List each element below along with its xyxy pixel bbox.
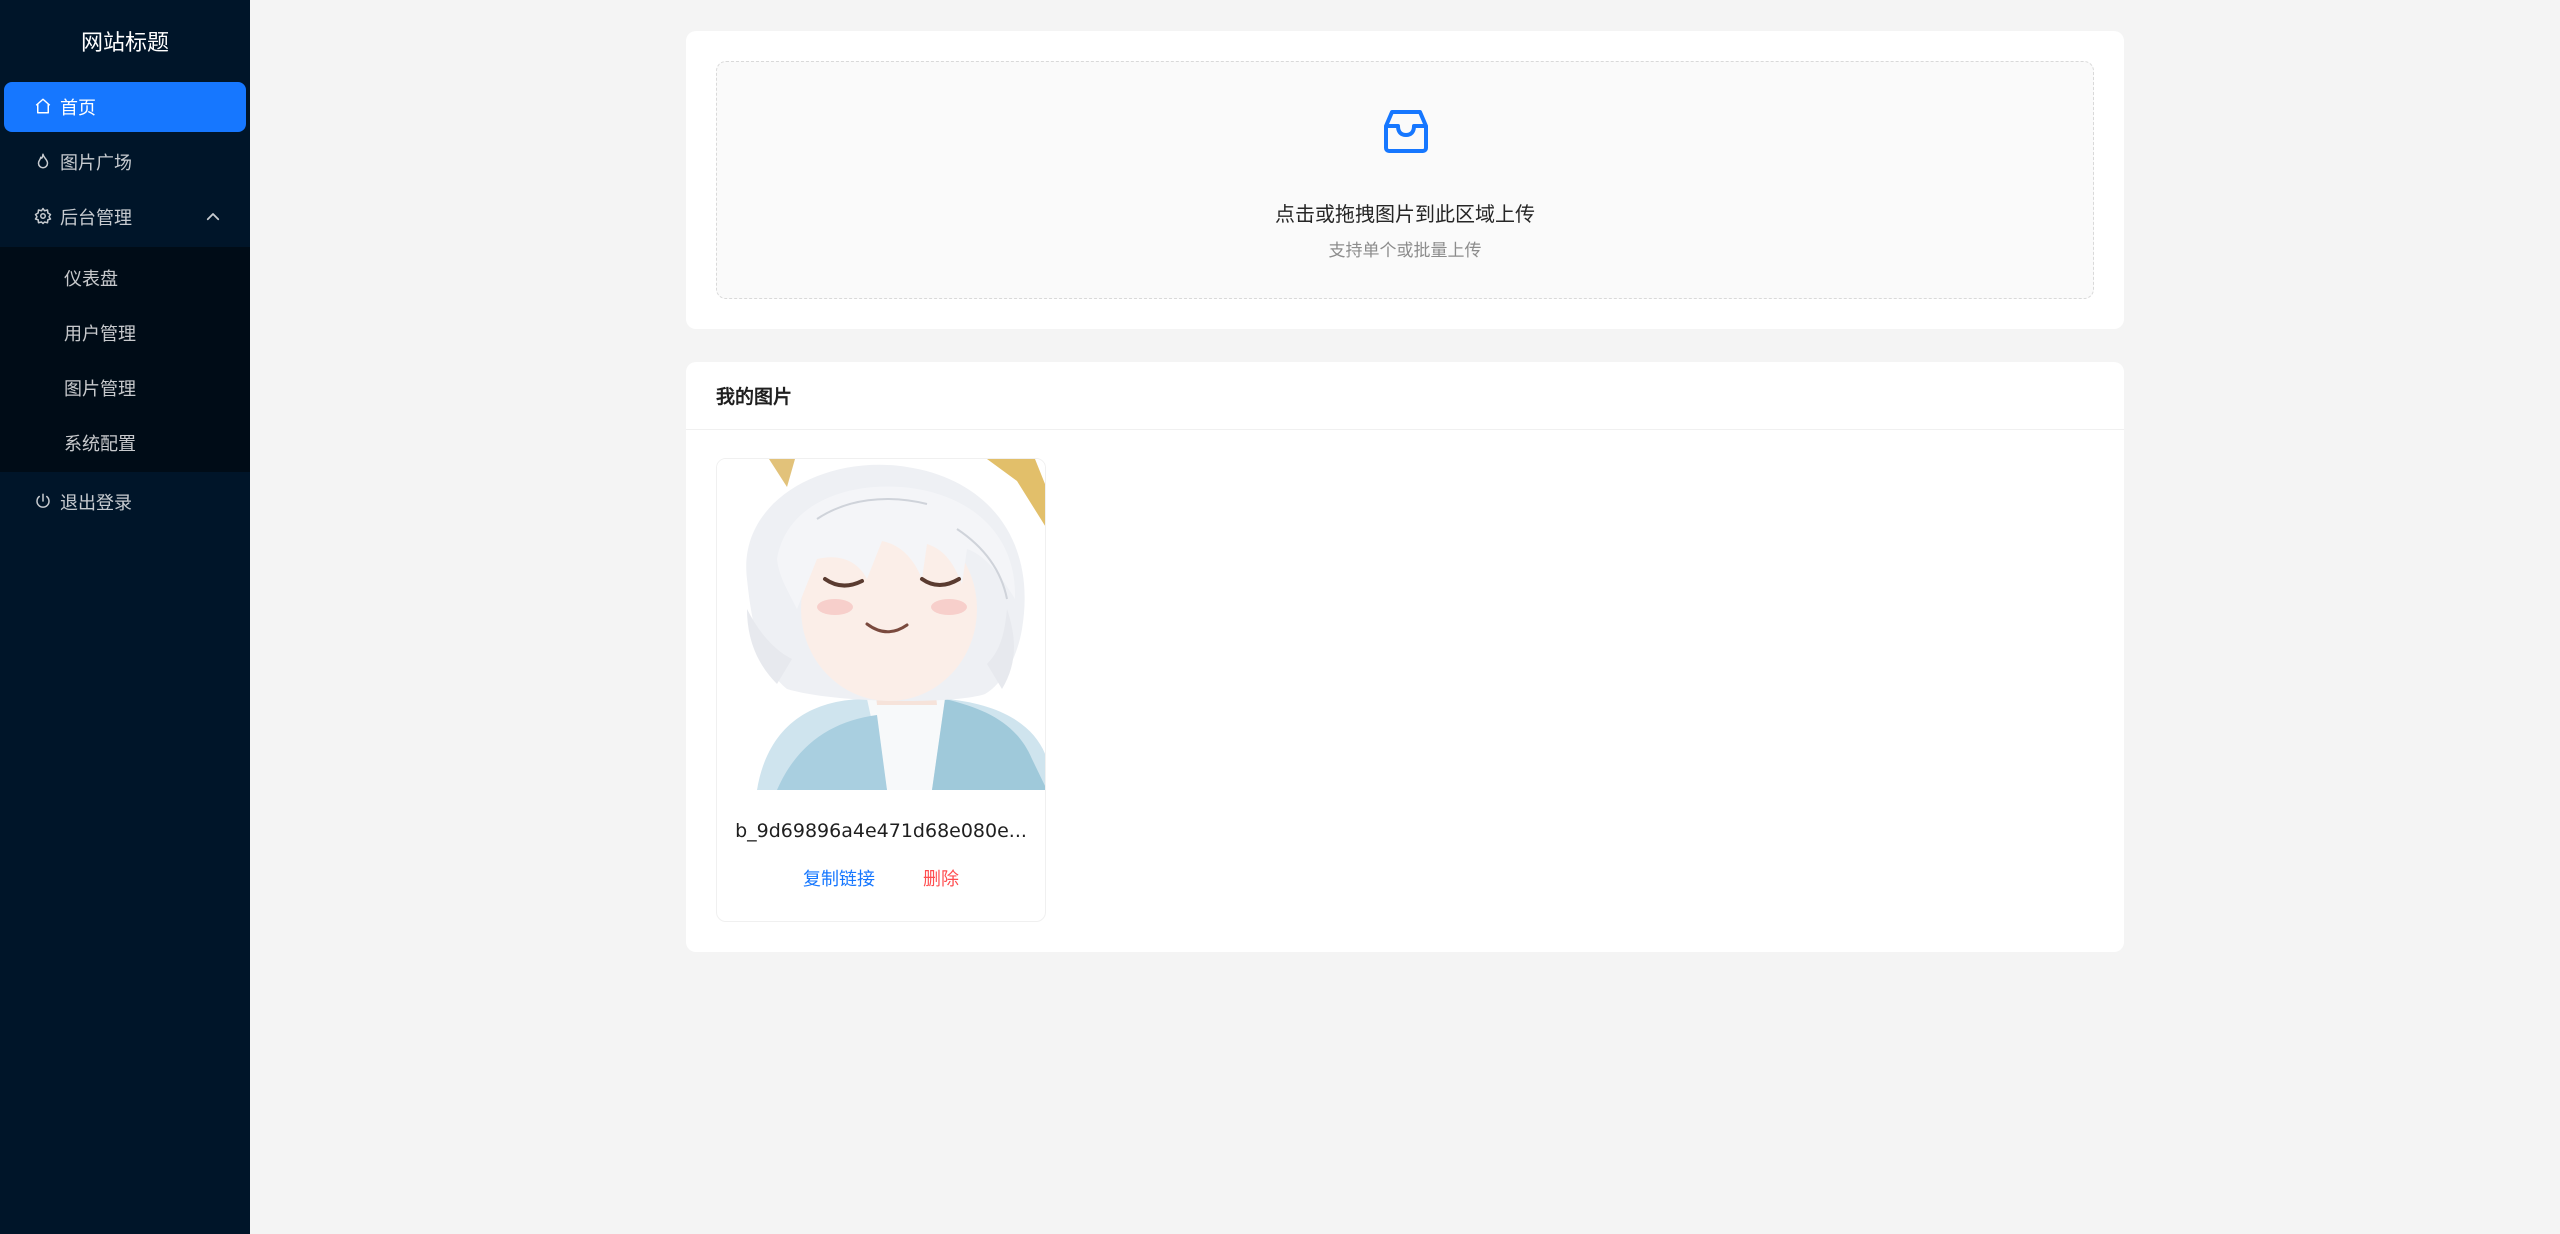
my-images-title: 我的图片 [686,362,2124,430]
site-title: 网站标题 [80,30,169,56]
delete-button[interactable]: 删除 [923,865,959,891]
image-item: b_9d69896a4e471d68e080e... 复制链接 删除 [716,458,1046,922]
sidebar-item-label: 图片广场 [60,153,132,174]
sidebar-item-images[interactable]: 图片管理 [4,363,246,413]
power-icon [34,492,54,512]
upload-dropzone[interactable]: 点击或拖拽图片到此区域上传 支持单个或批量上传 [716,61,2094,299]
my-images-card: 我的图片 b_9d69896a4e471d68e080e... 复制链接 删除 [686,362,2124,952]
sidebar-item-label: 首页 [60,98,96,119]
sidebar-item-home[interactable]: 首页 [4,82,246,132]
inbox-icon [1381,106,1431,156]
upload-instruction: 点击或拖拽图片到此区域上传 [1275,202,1535,226]
upload-hint: 支持单个或批量上传 [1328,241,1482,261]
sidebar-item-dashboard[interactable]: 仪表盘 [4,253,246,303]
copy-link-button[interactable]: 复制链接 [803,865,875,891]
sidebar-item-label: 后台管理 [60,208,132,229]
sidebar-item-admin[interactable]: 后台管理 [4,192,246,242]
upload-card: 点击或拖拽图片到此区域上传 支持单个或批量上传 [686,31,2124,329]
sidebar-item-label: 退出登录 [60,493,132,514]
sidebar-item-users[interactable]: 用户管理 [4,308,246,358]
sidebar-item-settings[interactable]: 系统配置 [4,418,246,468]
fire-icon [34,152,54,172]
sidebar-item-logout[interactable]: 退出登录 [4,477,246,527]
gear-icon [34,207,54,227]
image-thumbnail[interactable] [717,459,1046,790]
chevron-up-icon[interactable] [204,208,222,226]
sidebar: 网站标题 首页 图片广场 后台管理 仪表盘 用户管理 图片管理 系统配置 退出登… [0,0,250,1234]
admin-submenu: 仪表盘 用户管理 图片管理 系统配置 [0,247,250,472]
image-actions: 复制链接 删除 [717,865,1045,891]
image-filename: b_9d69896a4e471d68e080e... [735,820,1027,842]
sidebar-item-gallery[interactable]: 图片广场 [4,137,246,187]
home-icon [34,97,54,117]
